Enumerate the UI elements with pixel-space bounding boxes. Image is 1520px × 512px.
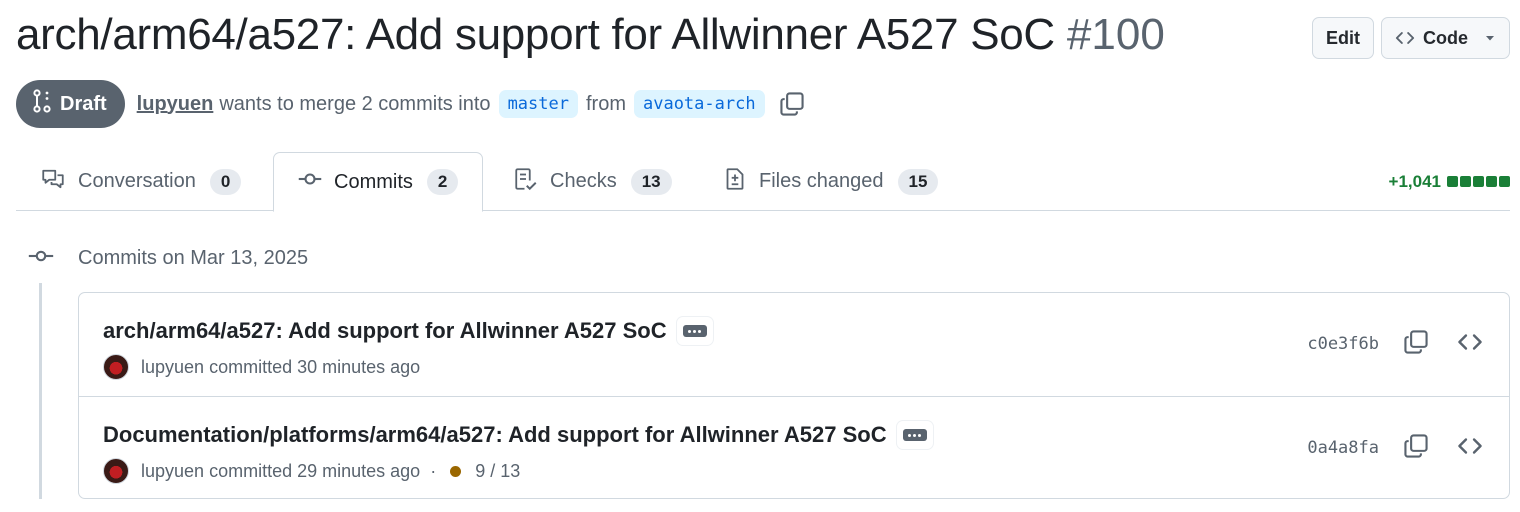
avatar[interactable] [103, 458, 129, 484]
avatar[interactable] [103, 354, 129, 380]
code-button-label: Code [1423, 27, 1468, 48]
commit-author[interactable]: lupyuen [141, 461, 204, 482]
commit-meta: lupyuen committed 29 minutes ago · 9 / 1… [103, 458, 520, 484]
expand-description-button[interactable] [896, 421, 933, 449]
author-link[interactable]: lupyuen [137, 93, 214, 116]
pr-meta: Draft lupyuen wants to merge 2 commits i… [16, 80, 805, 128]
tab-checks-count: 13 [630, 168, 672, 195]
draft-label: Draft [60, 92, 107, 115]
pr-title: arch/arm64/a527: Add support for Allwinn… [16, 10, 1055, 59]
separator-dot: · [430, 460, 437, 481]
commits-group-date: Commits on Mar 13, 2025 [78, 246, 309, 269]
browse-repo-button[interactable] [1455, 329, 1485, 359]
commit-row: Documentation/platforms/arm64/a527: Add … [79, 396, 1509, 498]
commit-actions: 0a4a8fa [1307, 433, 1485, 463]
from-text: from [585, 92, 626, 115]
git-pull-request-draft-icon [32, 89, 60, 119]
commit-list: arch/arm64/a527: Add support for Allwinn… [78, 292, 1510, 499]
diffstat-additions: +1,041 [1388, 171, 1441, 191]
code-button[interactable]: Code [1381, 17, 1510, 59]
commit-author[interactable]: lupyuen [141, 357, 204, 378]
timeline-line [39, 283, 42, 499]
commit-sha-link[interactable]: c0e3f6b [1307, 334, 1379, 354]
tab-conversation-label: Conversation [78, 170, 196, 192]
commit-title-link[interactable]: arch/arm64/a527: Add support for Allwinn… [103, 317, 713, 345]
commit-time: committed 29 minutes ago [209, 460, 421, 481]
pr-tabs: Conversation 0 Commits 2 Checks 13 Files… [16, 152, 1510, 212]
tab-conversation[interactable]: Conversation 0 [40, 152, 242, 211]
tab-files-changed-label: Files changed [759, 170, 884, 192]
tab-commits-count: 2 [426, 169, 459, 195]
copy-icon[interactable] [779, 91, 805, 117]
ellipsis-icon [902, 429, 927, 441]
pr-number: #100 [1066, 10, 1165, 59]
copy-sha-button[interactable] [1401, 433, 1431, 463]
ellipsis-icon [682, 325, 707, 337]
tab-conversation-count: 0 [209, 168, 242, 195]
caret-down-icon [1484, 32, 1496, 44]
commit-title: Documentation/platforms/arm64/a527: Add … [103, 422, 887, 447]
tab-commits-label: Commits [334, 170, 413, 193]
browse-repo-button[interactable] [1455, 433, 1485, 463]
comment-discussion-icon [40, 167, 78, 197]
draft-state-badge: Draft [16, 80, 125, 128]
tab-checks[interactable]: Checks 13 [514, 152, 672, 211]
base-branch[interactable]: master [498, 90, 578, 118]
copy-sha-button[interactable] [1401, 329, 1431, 359]
git-commit-icon [298, 167, 334, 197]
commit-sha-link[interactable]: 0a4a8fa [1307, 438, 1379, 458]
edit-button[interactable]: Edit [1312, 17, 1374, 59]
commit-row: arch/arm64/a527: Add support for Allwinn… [79, 293, 1509, 396]
tab-files-changed-count: 15 [897, 168, 939, 195]
tab-commits[interactable]: Commits 2 [273, 152, 484, 212]
checklist-icon [514, 167, 550, 197]
edit-button-label: Edit [1326, 27, 1360, 48]
pending-status-icon[interactable] [450, 465, 462, 477]
code-icon [1457, 329, 1483, 360]
merge-info: lupyuen wants to merge 2 commits into ma… [137, 90, 805, 118]
check-status[interactable]: 9 / 13 [475, 461, 520, 482]
tab-checks-label: Checks [550, 170, 617, 192]
copy-icon [1403, 433, 1429, 464]
commit-time: committed 30 minutes ago [209, 356, 421, 377]
code-icon [1395, 28, 1415, 48]
commits-group-header: Commits on Mar 13, 2025 [28, 240, 308, 276]
commit-actions: c0e3f6b [1307, 329, 1485, 359]
commit-title: arch/arm64/a527: Add support for Allwinn… [103, 318, 667, 343]
pr-title-row: arch/arm64/a527: Add support for Allwinn… [16, 10, 1165, 60]
commit-meta: lupyuen committed 30 minutes ago [103, 354, 420, 380]
commit-title-link[interactable]: Documentation/platforms/arm64/a527: Add … [103, 421, 933, 449]
file-diff-icon [723, 167, 759, 197]
git-commit-icon [28, 246, 54, 271]
code-icon [1457, 433, 1483, 464]
diffstat: +1,041 [1389, 152, 1510, 211]
merge-text: wants to merge 2 commits into [219, 92, 491, 115]
expand-description-button[interactable] [676, 317, 713, 345]
diffstat-bar [1447, 176, 1510, 187]
head-branch[interactable]: avaota-arch [633, 90, 765, 118]
header-actions: Edit Code [1312, 17, 1510, 59]
tab-files-changed[interactable]: Files changed 15 [723, 152, 939, 211]
copy-icon [1403, 329, 1429, 360]
